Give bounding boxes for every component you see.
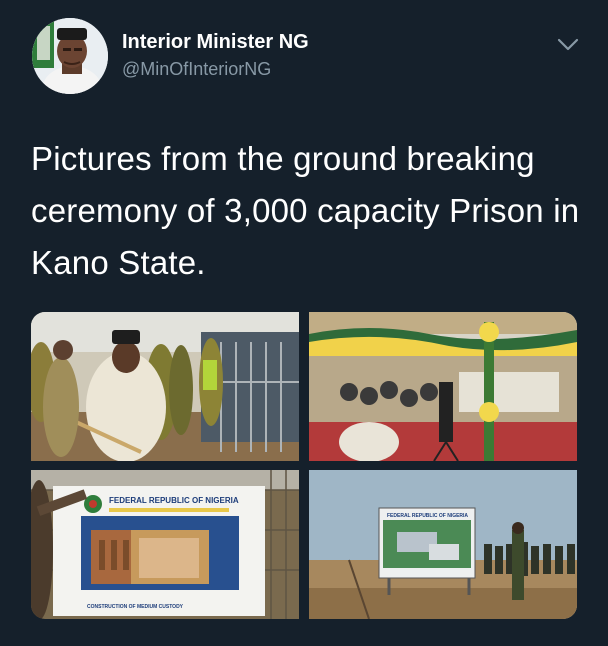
photo-ceremony-tent[interactable]: [309, 312, 577, 461]
sign-caption: CONSTRUCTION OF MEDIUM CUSTODY: [87, 604, 184, 610]
chevron-down-icon[interactable]: [556, 34, 580, 54]
tweet-text: Pictures from the ground breaking ceremo…: [31, 140, 580, 281]
sign-title: FEDERAL REPUBLIC OF NIGERIA: [109, 496, 239, 505]
user-handle[interactable]: @MinOfInteriorNG: [122, 59, 271, 80]
photo-project-signboard[interactable]: FEDERAL REPUBLIC OF NIGERIA CONSTRUCTION…: [31, 470, 299, 619]
photo-ceremony-shovel[interactable]: [31, 312, 299, 461]
display-name[interactable]: Interior Minister NG: [122, 31, 309, 54]
field-sign-title: FEDERAL REPUBLIC OF NIGERIA: [387, 513, 468, 519]
photo-site-field[interactable]: FEDERAL REPUBLIC OF NIGERIA: [309, 470, 577, 619]
avatar[interactable]: [32, 18, 108, 94]
